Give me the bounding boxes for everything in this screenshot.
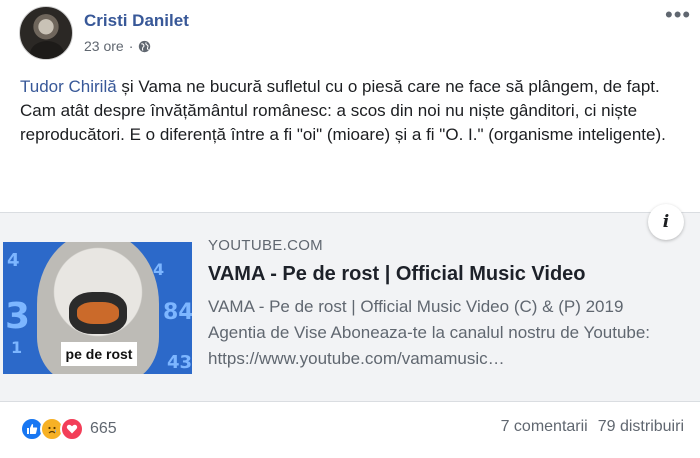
meta-separator: · <box>128 38 134 54</box>
post-text-line1: și Vama ne bucură sufletul cu o piesă ca… <box>116 77 660 96</box>
info-icon[interactable]: i <box>648 204 684 240</box>
post-footer: 665 7 comentarii 79 distribuiri <box>0 402 700 458</box>
more-options-icon[interactable]: ••• <box>665 4 691 26</box>
comments-count-link[interactable]: 7 comentarii <box>501 418 588 436</box>
post-header: Cristi Danilet 23 ore · ••• <box>0 0 700 64</box>
link-domain: YOUTUBE.COM <box>208 237 323 254</box>
post-paragraph-1: Tudor Chirilă și Vama ne bucură sufletul… <box>20 75 688 99</box>
link-preview-card[interactable]: 4 3 1 4 843 43 pe de rost YOUTUBE.COM VA… <box>0 212 700 402</box>
thumbnail-gas-mask <box>69 292 127 334</box>
reactions-summary[interactable]: 665 <box>20 417 117 441</box>
shares-count-link[interactable]: 79 distribuiri <box>598 418 684 436</box>
love-icon <box>60 417 84 441</box>
author-avatar[interactable] <box>19 6 73 60</box>
mention-link[interactable]: Tudor Chirilă <box>20 77 117 96</box>
post-stats: 7 comentarii 79 distribuiri <box>501 418 684 436</box>
thumbnail-caption: pe de rost <box>61 342 137 366</box>
post-body: Tudor Chirilă și Vama ne bucură sufletul… <box>20 75 688 147</box>
link-card-info: YOUTUBE.COM VAMA - Pe de rost | Official… <box>208 237 678 372</box>
post-timestamp[interactable]: 23 ore <box>84 38 124 54</box>
post-paragraph-2: Cam atât despre învățământul românesc: a… <box>20 101 666 144</box>
author-name[interactable]: Cristi Danilet <box>84 11 189 31</box>
link-description: VAMA - Pe de rost | Official Music Video… <box>208 297 651 368</box>
globe-icon[interactable] <box>138 40 151 53</box>
post-meta: 23 ore · <box>84 38 151 54</box>
link-title[interactable]: VAMA - Pe de rost | Official Music Video <box>208 263 678 286</box>
reaction-count[interactable]: 665 <box>90 420 117 438</box>
video-thumbnail[interactable]: 4 3 1 4 843 43 pe de rost <box>3 242 192 374</box>
